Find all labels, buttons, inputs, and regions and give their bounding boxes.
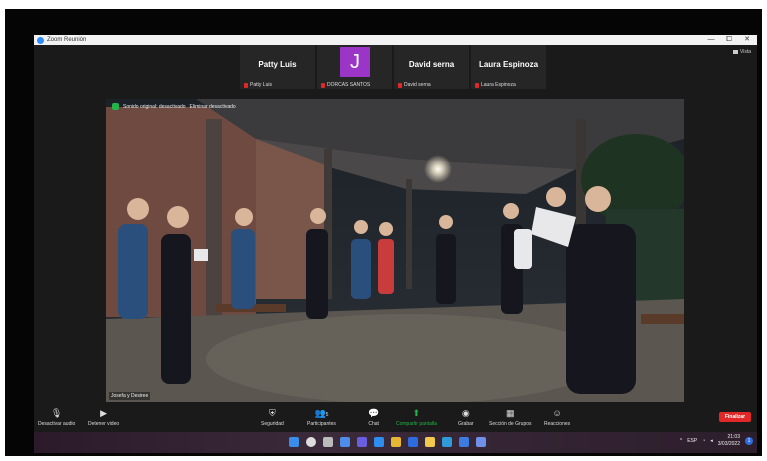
- title-bar: Zoom Reunión — ⧠ ✕: [34, 35, 757, 45]
- language-indicator[interactable]: ESP: [687, 438, 697, 444]
- clock-date: 3/03/2022: [717, 441, 740, 447]
- security-button[interactable]: ⛨ Seguridad: [261, 407, 284, 427]
- participant-label: Patty Luis: [250, 82, 272, 88]
- minimize-button[interactable]: —: [703, 35, 719, 45]
- restore-button[interactable]: ⧠: [721, 35, 737, 45]
- mute-label: Desactivar audio: [38, 421, 76, 427]
- window-title: Zoom Reunión: [47, 37, 87, 43]
- record-button[interactable]: ◉ Grabar: [458, 407, 474, 427]
- zoom-logo-icon: [37, 36, 44, 44]
- windows-taskbar: ^ ESP ◔ ◂ 21:03 3/03/2022 1: [34, 432, 757, 453]
- grid-icon: [732, 50, 738, 54]
- participant-tile[interactable]: J DORCAS SANTOS: [317, 45, 392, 89]
- shield-icon: [112, 103, 119, 110]
- mute-button[interactable]: 🎙 Desactivar audio: [38, 407, 75, 427]
- muted-mic-icon: [321, 82, 325, 88]
- muted-mic-icon: [398, 82, 402, 88]
- participants-count: 5: [325, 412, 329, 418]
- smiley-icon: ☺: [552, 408, 562, 418]
- avatar: J: [340, 47, 370, 77]
- participant-tile[interactable]: Patty Luis Patty Luis: [240, 45, 315, 89]
- file-explorer-icon[interactable]: [425, 437, 435, 447]
- chevron-up-icon[interactable]: ^: [680, 438, 682, 444]
- chat-button[interactable]: 💬 Chat: [368, 407, 379, 427]
- widgets-icon[interactable]: [340, 437, 350, 447]
- stop-video-button[interactable]: ▶ Detener video: [88, 407, 119, 427]
- view-button[interactable]: Vista: [732, 49, 751, 55]
- end-meeting-button[interactable]: Finalizar: [719, 412, 751, 422]
- participants-label: Participantes: [307, 421, 336, 427]
- video-camera-icon: ▶: [100, 408, 108, 418]
- volume-icon[interactable]: ◂: [710, 438, 713, 444]
- chat-icon: 💬: [368, 408, 380, 418]
- shield-icon: ⛨: [269, 408, 276, 418]
- screen-frame: Zoom Reunión — ⧠ ✕ Patty Luis Patty Luis…: [5, 9, 762, 456]
- participant-name: David serna: [408, 60, 455, 69]
- store-icon[interactable]: [442, 437, 452, 447]
- record-label: Grabar: [458, 421, 474, 427]
- speaker-name: Josefa y Desiree: [109, 392, 151, 400]
- muted-mic-icon: [244, 82, 248, 88]
- search-icon[interactable]: [306, 437, 316, 447]
- security-label: Seguridad: [261, 421, 284, 427]
- people-icon: 👥5: [314, 408, 329, 418]
- participant-tile[interactable]: David serna David serna: [394, 45, 469, 89]
- breakout-rooms-icon: ▦: [506, 408, 515, 418]
- zoom-window: Zoom Reunión — ⧠ ✕ Patty Luis Patty Luis…: [34, 35, 757, 453]
- stop-video-label: Detener video: [88, 421, 120, 427]
- video-info-bar: Sonido original: desactivado Eliminar de…: [112, 103, 236, 110]
- reactions-button[interactable]: ☺ Reacciones: [544, 407, 570, 427]
- record-icon: ◉: [461, 408, 470, 418]
- main-video: Sonido original: desactivado Eliminar de…: [106, 99, 684, 402]
- notification-badge[interactable]: 1: [745, 437, 753, 445]
- participant-label: Laura Espinoza: [481, 82, 516, 88]
- microphone-icon: 🎙: [50, 408, 63, 418]
- meeting-toolbar: 🎙 Desactivar audio ▶ Detener video ⛨ Seg…: [34, 405, 757, 432]
- zoom-taskbar-icon[interactable]: [408, 437, 418, 447]
- wifi-icon[interactable]: ◔: [702, 438, 705, 444]
- mail-icon[interactable]: [459, 437, 469, 447]
- enhance-status: Eliminar desactivado: [189, 103, 236, 110]
- edge-icon[interactable]: [374, 437, 384, 447]
- task-view-icon[interactable]: [323, 437, 333, 447]
- app-icon[interactable]: [476, 437, 486, 447]
- view-label: Vista: [739, 49, 751, 55]
- participant-label: David serna: [404, 82, 431, 88]
- participant-name: Patty Luis: [258, 60, 297, 69]
- participant-tile[interactable]: Laura Espinoza Laura Espinoza: [471, 45, 546, 89]
- share-screen-button[interactable]: ⬆ Compartir pantalla: [396, 407, 437, 427]
- video-scene: [106, 99, 684, 402]
- chat-label: Chat: [368, 421, 379, 427]
- breakout-label: Sección de Grupos: [489, 421, 532, 427]
- chrome-icon[interactable]: [391, 437, 401, 447]
- close-button[interactable]: ✕: [739, 35, 755, 45]
- breakout-rooms-button[interactable]: ▦ Sección de Grupos: [489, 407, 532, 427]
- participants-button[interactable]: 👥5 Participantes: [307, 407, 336, 427]
- clock-time: 21:03: [727, 434, 740, 440]
- participant-name: Laura Espinoza: [478, 60, 539, 69]
- system-tray: ^ ESP ◔ ◂ 21:03 3/03/2022 1: [680, 434, 753, 448]
- share-screen-icon: ⬆: [412, 408, 421, 418]
- muted-mic-icon: [475, 82, 479, 88]
- start-icon[interactable]: [289, 437, 299, 447]
- gallery-strip: Patty Luis Patty Luis J DORCAS SANTOS Da…: [34, 45, 757, 89]
- teams-icon[interactable]: [357, 437, 367, 447]
- participant-label: DORCAS SANTOS: [327, 82, 371, 88]
- reactions-label: Reacciones: [544, 421, 571, 427]
- audio-status: Sonido original: desactivado: [123, 103, 186, 110]
- share-label: Compartir pantalla: [396, 421, 437, 427]
- clock[interactable]: 21:03 3/03/2022: [718, 434, 740, 448]
